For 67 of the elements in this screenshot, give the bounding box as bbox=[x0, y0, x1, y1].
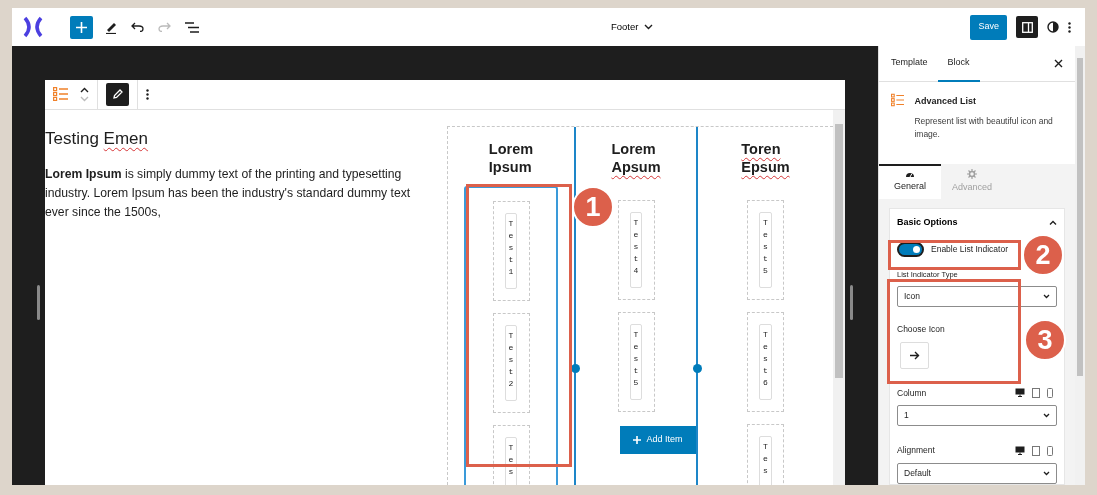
pen-icon[interactable] bbox=[105, 20, 117, 34]
pen-icon bbox=[112, 89, 123, 100]
list-item[interactable]: Test6 bbox=[759, 323, 772, 400]
toggle-label: Enable List Indicator bbox=[931, 242, 1009, 256]
resize-handle[interactable] bbox=[37, 285, 40, 320]
phone-icon[interactable] bbox=[1047, 387, 1053, 398]
list-item[interactable]: Test1 bbox=[504, 212, 518, 289]
chevron-down-icon bbox=[1043, 413, 1050, 419]
field-label: Alignment bbox=[897, 444, 935, 457]
list-item[interactable]: Test2 bbox=[504, 324, 518, 401]
list-item[interactable]: Test5 bbox=[629, 323, 643, 400]
gauge-icon bbox=[905, 170, 915, 179]
panel-tab[interactable]: General bbox=[879, 163, 941, 199]
select-field[interactable]: 1 bbox=[897, 405, 1057, 427]
phone-icon[interactable] bbox=[1047, 445, 1053, 456]
block-description: Represent list with beautiful icon and image. bbox=[914, 114, 1054, 141]
logo-icon[interactable] bbox=[22, 16, 44, 38]
select-field[interactable]: Default bbox=[897, 463, 1057, 484]
plus-icon bbox=[633, 435, 642, 444]
resize-handle[interactable] bbox=[850, 285, 853, 320]
sidebar-tab[interactable]: Block bbox=[937, 46, 980, 82]
scrollbar[interactable] bbox=[1075, 46, 1085, 485]
desktop-icon[interactable] bbox=[1015, 446, 1025, 456]
chevron-up-icon[interactable] bbox=[80, 86, 89, 93]
edit-button[interactable] bbox=[106, 82, 129, 106]
document-title-button[interactable]: Footer bbox=[611, 19, 654, 35]
column-heading: Lorem Ipsum bbox=[488, 139, 534, 176]
select-field[interactable]: Icon bbox=[897, 285, 1057, 307]
field-label: Column bbox=[897, 386, 927, 400]
block-title: Advanced List bbox=[914, 95, 977, 108]
tablet-icon[interactable] bbox=[1032, 445, 1040, 456]
list-block-icon bbox=[891, 93, 905, 107]
undo-icon[interactable] bbox=[131, 22, 144, 32]
chevron-up-icon bbox=[1049, 220, 1057, 225]
list-view-icon[interactable] bbox=[185, 21, 199, 33]
heading: Testing Emen bbox=[45, 127, 150, 150]
sidebar-toggle-button[interactable] bbox=[1016, 16, 1038, 38]
desktop-icon[interactable] bbox=[1015, 388, 1025, 398]
column-heading: Toren Epsum bbox=[741, 139, 790, 176]
resize-handle[interactable] bbox=[693, 364, 702, 373]
more-options-icon[interactable] bbox=[1068, 21, 1071, 33]
list-block-icon[interactable] bbox=[53, 87, 68, 102]
list-item[interactable]: Test5 bbox=[759, 211, 772, 288]
chevron-down-icon bbox=[644, 24, 654, 30]
list-item[interactable]: Tes bbox=[759, 435, 772, 485]
more-options-icon[interactable] bbox=[146, 88, 149, 100]
gear-icon bbox=[967, 169, 977, 180]
chevron-down-icon bbox=[1043, 471, 1050, 476]
list-item[interactable]: Tes bbox=[504, 436, 518, 485]
tablet-icon[interactable] bbox=[1032, 387, 1040, 398]
add-block-button[interactable] bbox=[70, 15, 93, 39]
chevron-down-icon bbox=[1043, 293, 1050, 299]
plus-icon bbox=[76, 21, 87, 33]
paragraph: Lorem Ipsum is simply dummy text of the printing and typesetting industry. Lorem Ipsum has been the industry's standard dummy text ever since the 1500s, bbox=[45, 165, 412, 221]
arrow-right-icon bbox=[909, 350, 920, 360]
column-heading: Lorem Apsum bbox=[611, 139, 661, 176]
sidebar-tab[interactable]: Template bbox=[891, 46, 938, 82]
field-label: Choose Icon bbox=[897, 322, 945, 336]
close-icon[interactable] bbox=[1054, 59, 1063, 68]
icon-picker-button[interactable] bbox=[900, 341, 929, 369]
save-button[interactable]: Save bbox=[970, 14, 1007, 40]
scrollbar[interactable] bbox=[833, 109, 845, 485]
sidebar-icon bbox=[1021, 21, 1033, 33]
list-item[interactable]: Test4 bbox=[629, 211, 643, 288]
resize-handle[interactable] bbox=[571, 364, 580, 373]
add-item-button[interactable]: Add Item bbox=[620, 425, 696, 454]
contrast-icon[interactable] bbox=[1047, 21, 1059, 33]
